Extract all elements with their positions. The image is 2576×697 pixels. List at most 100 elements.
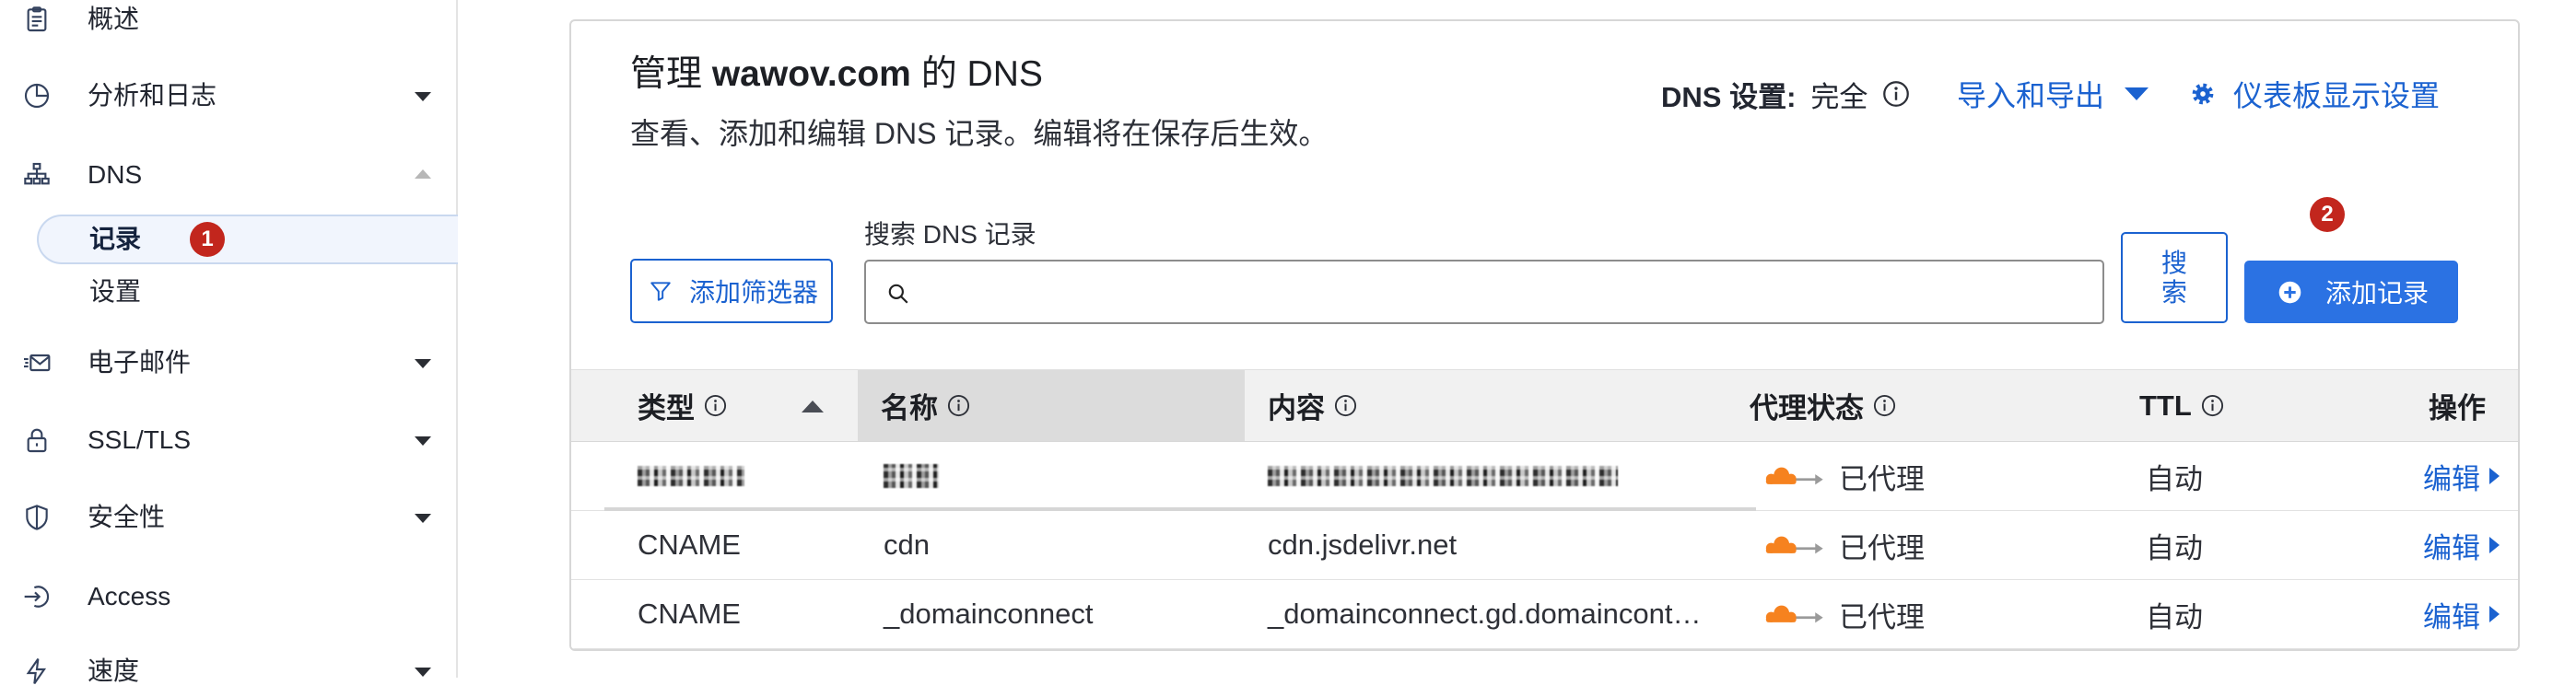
proxied-cloud-icon[interactable] [1756, 462, 1826, 490]
sidebar-item-label: 速度 [88, 656, 140, 685]
caret-right-icon [2489, 606, 2500, 622]
sidebar-item-speed[interactable]: 速度 [0, 645, 456, 697]
add-record-label: 添加记录 [2325, 279, 2430, 308]
clipboard-icon [22, 5, 52, 34]
info-icon[interactable] [1873, 394, 1896, 417]
lightning-icon [22, 656, 52, 686]
sidebar-item-overview[interactable]: 概述 [0, 0, 456, 45]
sidebar-item-label: 电子邮件 [88, 348, 192, 377]
sidebar-subitem-records[interactable]: 记录 1 [37, 215, 458, 264]
chevron-down-icon[interactable] [415, 668, 431, 677]
cell-content: _domainconnect.gd.domaincont… [1268, 598, 1702, 630]
search-field[interactable] [864, 260, 2104, 324]
proxied-cloud-icon[interactable] [1756, 600, 1826, 628]
sidebar-subitem-settings[interactable]: 设置 [89, 266, 141, 318]
column-header-label: 内容 [1268, 392, 1325, 424]
proxy-status: 已代理 [1839, 531, 1925, 564]
cell-ttl: 自动 [2146, 531, 2203, 564]
page-title-prefix: 管理 [630, 54, 712, 94]
edit-label: 编辑 [2423, 462, 2480, 495]
sidebar-item-access[interactable]: Access [0, 571, 456, 622]
sidebar-item-dns[interactable]: DNS [0, 149, 456, 201]
cell-proxy: 已代理 [1727, 511, 2116, 579]
edit-record-button[interactable]: 编辑 [2400, 511, 2518, 579]
chevron-down-icon[interactable] [415, 359, 431, 368]
dns-records-card: 管理 wawov.com 的 DNS 查看、添加和编辑 DNS 记录。编辑将在保… [569, 19, 2520, 651]
lock-icon [22, 425, 52, 455]
column-header-name[interactable]: 名称 [858, 370, 1245, 441]
sidebar-item-label: SSL/TLS [88, 425, 192, 454]
column-header-label: 名称 [881, 392, 938, 424]
sidebar-item-label: 安全性 [88, 503, 166, 531]
page-subtitle: 查看、添加和编辑 DNS 记录。编辑将在保存后生效。 [630, 117, 1329, 150]
cell-proxy: 已代理 [1727, 442, 2116, 510]
search-button-label: 搜索 [2160, 248, 2187, 307]
info-icon[interactable] [704, 394, 727, 417]
sidebar-item-ssl[interactable]: SSL/TLS [0, 414, 456, 466]
sidebar-item-label: DNS [88, 160, 143, 189]
info-icon[interactable] [2201, 394, 2224, 417]
search-input[interactable] [921, 261, 2095, 324]
column-header-label: TTL [2139, 389, 2192, 422]
sidebar-item-label: Access [88, 582, 171, 610]
table-row[interactable]: CNAME cdn cdn.jsdelivr.net 已代理 自动 编辑 [571, 511, 2518, 580]
caret-right-icon [2489, 537, 2500, 553]
add-filter-button[interactable]: 添加筛选器 [630, 259, 833, 323]
edit-record-button[interactable]: 编辑 [2400, 580, 2518, 648]
page-title-domain: wawov.com [711, 54, 911, 94]
sort-up-icon[interactable] [802, 401, 824, 412]
column-header-label: 代理状态 [1750, 392, 1864, 424]
add-filter-label: 添加筛选器 [689, 278, 819, 307]
sidebar-item-security[interactable]: 安全性 [0, 492, 456, 543]
page-title-suffix: 的 DNS [910, 54, 1043, 94]
caret-right-icon [2489, 468, 2500, 484]
cell-proxy: 已代理 [1727, 580, 2116, 648]
dns-setting: DNS 设置: 完全 [1661, 73, 1910, 115]
search-icon [886, 282, 910, 306]
cell-type [571, 442, 858, 510]
proxy-status: 已代理 [1839, 600, 1925, 633]
table-row[interactable]: CNAME _domainconnect _domainconnect.gd.d… [571, 580, 2518, 649]
chevron-down-icon[interactable] [415, 92, 431, 101]
caret-down-icon [2125, 87, 2149, 100]
cell-ttl: 自动 [2146, 600, 2203, 633]
step-badge: 1 [190, 222, 225, 257]
step-badge: 2 [2310, 197, 2345, 232]
table-row[interactable]: 已代理 自动 编辑 [571, 442, 2518, 511]
sidebar-item-label: 概述 [88, 5, 140, 33]
column-header-proxy[interactable]: 代理状态 [1727, 370, 2116, 441]
chevron-up-icon[interactable] [415, 169, 431, 179]
plus-circle-icon [2277, 280, 2302, 305]
import-export-menu[interactable]: 导入和导出 [1957, 73, 2149, 115]
proxied-cloud-icon[interactable] [1756, 531, 1826, 559]
access-icon [22, 582, 52, 611]
dns-records-table: 类型 名称 内容 代理状态 TTL 操作 已代理 自动 编辑 CNAME cdn… [571, 369, 2518, 649]
search-button[interactable]: 搜索 [2121, 232, 2228, 323]
sidebar-subitem-label: 记录 [89, 225, 142, 253]
page-title: 管理 wawov.com 的 DNS [630, 52, 1043, 98]
pie-chart-icon [22, 81, 52, 110]
chevron-down-icon[interactable] [415, 514, 431, 523]
info-icon[interactable] [1882, 80, 1910, 108]
dashboard-settings-link[interactable]: 仪表板显示设置 [2191, 73, 2440, 115]
table-header: 类型 名称 内容 代理状态 TTL 操作 [571, 369, 2518, 442]
info-icon[interactable] [1334, 394, 1357, 417]
add-record-button[interactable]: 添加记录 [2244, 261, 2458, 323]
chevron-down-icon[interactable] [415, 436, 431, 446]
cell-name: _domainconnect [884, 598, 1094, 630]
cell-name: cdn [884, 529, 930, 561]
column-header-type[interactable]: 类型 [571, 370, 858, 441]
edit-label: 编辑 [2423, 531, 2480, 564]
dns-setting-label: DNS 设置: [1661, 80, 1797, 113]
column-header-actions: 操作 [2400, 370, 2518, 441]
sidebar: 概述 分析和日志 DNS 记录 1 设置 电子邮件 SSL/TLS 安全性 Ac… [0, 0, 458, 685]
edit-record-button[interactable]: 编辑 [2400, 442, 2518, 510]
cell-type: CNAME [638, 598, 741, 630]
column-header-content[interactable]: 内容 [1245, 370, 1727, 441]
sidebar-item-email[interactable]: 电子邮件 [0, 337, 456, 389]
column-header-ttl[interactable]: TTL [2116, 370, 2400, 441]
cell-ttl: 自动 [2146, 462, 2203, 495]
cell-content: cdn.jsdelivr.net [1268, 529, 1458, 561]
info-icon[interactable] [947, 394, 970, 417]
sidebar-item-analytics[interactable]: 分析和日志 [0, 70, 456, 122]
